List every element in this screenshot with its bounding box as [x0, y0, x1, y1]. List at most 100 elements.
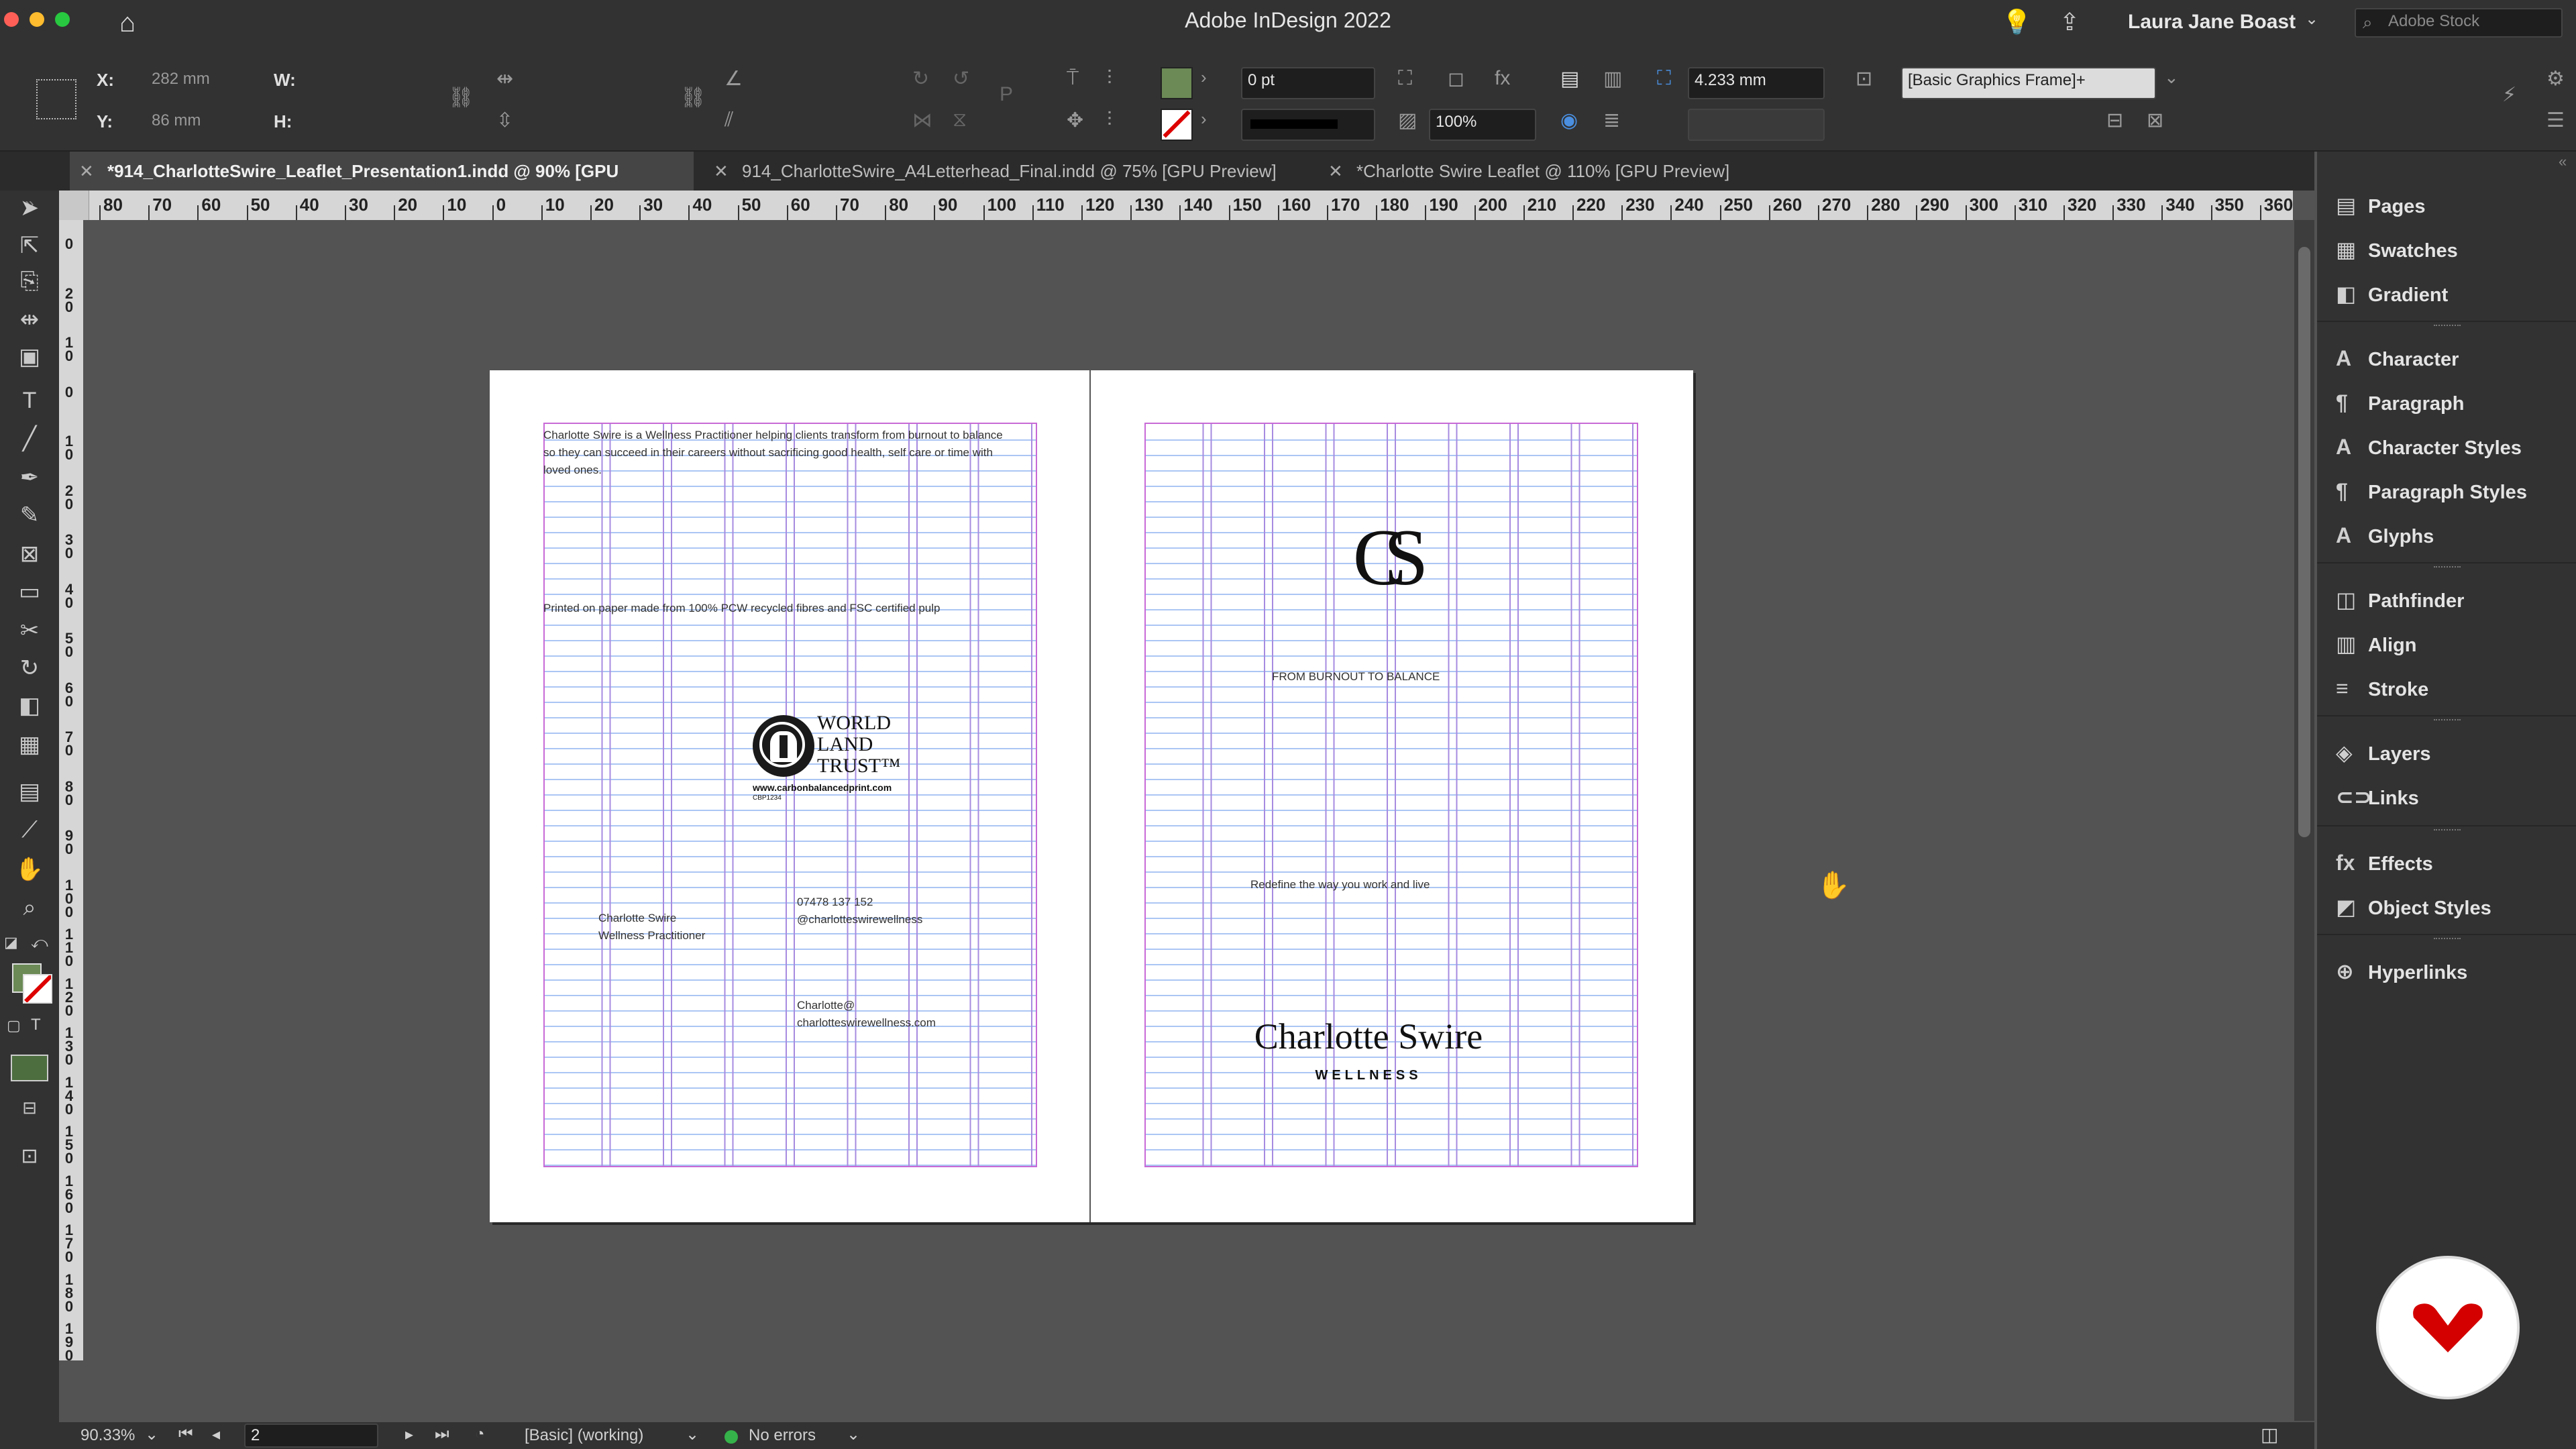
- cs-monogram-logo[interactable]: CS: [1339, 514, 1429, 601]
- close-tab-icon[interactable]: ✕: [79, 152, 94, 191]
- page-tool-icon[interactable]: ⎘: [9, 268, 50, 301]
- select-next-icon[interactable]: ⫶: [1107, 109, 1112, 131]
- select-container-icon[interactable]: ⍑: [1067, 67, 1079, 90]
- brand-wordmark[interactable]: Charlotte Swire: [1140, 1016, 1597, 1057]
- flip-vertical-icon[interactable]: ⧖: [953, 109, 967, 131]
- rotate-cw-icon[interactable]: ↻: [912, 67, 929, 91]
- panel-object-styles[interactable]: ◩ Object Styles: [2336, 887, 2491, 927]
- user-name[interactable]: Laura Jane Boast: [2128, 11, 2296, 34]
- rectangle-tool-icon[interactable]: ▭: [9, 578, 50, 610]
- panel-group-grip[interactable]: [2434, 566, 2461, 572]
- horizontal-ruler[interactable]: 80 70 60 50 40 30 20 10 0 10 20 30 40 50 60 70 80 90 100 11…: [59, 191, 2293, 220]
- panel-group-grip[interactable]: [2434, 325, 2461, 330]
- scale-y-icon[interactable]: ⇳: [496, 109, 513, 132]
- vertical-scrollbar[interactable]: [2294, 220, 2314, 1421]
- panel-menu-icon[interactable]: ☰: [2546, 109, 2565, 132]
- apply-color-icon[interactable]: [11, 1055, 48, 1081]
- panel-gradient[interactable]: ◧ Gradient: [2336, 274, 2448, 314]
- corner-options-icon[interactable]: ◻: [1448, 67, 1464, 91]
- close-tab-icon[interactable]: ✕: [714, 152, 729, 191]
- free-transform-tool-icon[interactable]: ↻: [9, 655, 50, 687]
- panel-hyperlinks[interactable]: ⊕ Hyperlinks: [2336, 951, 2467, 991]
- hand-tool-icon[interactable]: ✋: [9, 856, 50, 888]
- pencil-tool-icon[interactable]: ✎: [9, 502, 50, 534]
- world-land-trust-logo[interactable]: [753, 715, 814, 777]
- screen-mode-icon[interactable]: ⊟: [9, 1097, 50, 1130]
- swap-colors-icon[interactable]: ⤺: [31, 934, 48, 953]
- intro-text[interactable]: Charlotte Swire is a Wellness Practition…: [543, 427, 1013, 479]
- brand-subline[interactable]: WELLNESS: [1140, 1068, 1597, 1083]
- fill-arrow-icon[interactable]: ›: [1201, 67, 1207, 88]
- content-collector-icon[interactable]: ▣: [9, 343, 50, 376]
- object-style-icon[interactable]: ⊡: [1856, 67, 1872, 91]
- stroke-swatch-none[interactable]: [1161, 109, 1193, 141]
- prev-page-icon[interactable]: ◂: [212, 1425, 220, 1444]
- select-previous-icon[interactable]: ⫶: [1107, 67, 1112, 90]
- errors-dropdown-icon[interactable]: ⌄: [847, 1425, 860, 1444]
- profile-dropdown-icon[interactable]: ⌄: [686, 1425, 699, 1444]
- lightbulb-icon[interactable]: 💡: [2002, 8, 2032, 36]
- collapse-dock-icon[interactable]: «: [2559, 153, 2567, 170]
- tab-leaflet-presentation[interactable]: ✕ *914_CharlotteSwire_Leaflet_Presentatio…: [70, 152, 694, 220]
- vertical-scroll-thumb[interactable]: [2298, 247, 2310, 837]
- first-page-icon[interactable]: ⏮: [178, 1425, 193, 1444]
- opacity-field[interactable]: 100%: [1429, 109, 1536, 141]
- panel-group-grip[interactable]: [2434, 829, 2461, 835]
- zoom-tool-icon[interactable]: ⌕: [9, 895, 50, 927]
- direct-selection-tool-icon[interactable]: ⇱: [9, 232, 50, 264]
- chevron-down-icon[interactable]: ⌄: [2305, 9, 2318, 29]
- contact-email-block[interactable]: Charlotte@ charlotteswirewellness.com: [797, 997, 936, 1032]
- panel-align[interactable]: ▥ Align: [2336, 624, 2417, 664]
- panel-links[interactable]: ⊂⊃Links: [2336, 777, 2419, 817]
- select-content-icon[interactable]: ✥: [1067, 109, 1083, 132]
- object-style-dropdown-icon[interactable]: ⌄: [2164, 67, 2179, 88]
- domestika-badge[interactable]: [2379, 1258, 2517, 1397]
- panel-paragraph-styles[interactable]: ¶ Paragraph Styles: [2336, 471, 2527, 511]
- tab-charlotte-swire-leaflet[interactable]: ✕ *Charlotte Swire Leaflet @ 110% [GPU Pr…: [1319, 152, 1775, 191]
- panel-effects[interactable]: fx Effects: [2336, 843, 2433, 883]
- rectangle-frame-tool-icon[interactable]: ⊠: [9, 541, 50, 573]
- pen-tool-icon[interactable]: ✒: [9, 464, 50, 496]
- text-wrap-shape-icon[interactable]: ◉: [1560, 109, 1578, 132]
- contact-name-block[interactable]: Charlotte Swire Wellness Practitioner: [598, 910, 705, 945]
- stroke-color-box[interactable]: [23, 974, 52, 1004]
- text-wrap-none-icon[interactable]: ▤: [1560, 67, 1579, 91]
- panel-paragraph[interactable]: ¶ Paragraph: [2336, 382, 2464, 423]
- auto-fit-icon[interactable]: ⛶: [1657, 67, 1671, 90]
- clear-overrides-icon[interactable]: ⊟: [2106, 109, 2123, 132]
- formatting-container-icon[interactable]: ▢: [7, 1017, 21, 1034]
- panel-character[interactable]: A Character: [2336, 338, 2459, 378]
- quick-apply-icon[interactable]: ⚡: [2502, 83, 2516, 107]
- reference-point-icon[interactable]: [36, 79, 76, 119]
- tagline-text[interactable]: FROM BURNOUT TO BALANCE: [1272, 668, 1440, 686]
- object-style-select[interactable]: [Basic Graphics Frame]+: [1901, 67, 2156, 99]
- gap-field[interactable]: 4.233 mm: [1688, 67, 1825, 99]
- vertical-ruler[interactable]: 0 2 0 1 0 0 1 0 2 0 3 0 4 0 5 0 6 0 7 0 8 0 9 0 1 0 0…: [59, 220, 83, 1363]
- text-wrap-bbox-icon[interactable]: ▥: [1603, 67, 1622, 91]
- panel-stroke[interactable]: ≡ Stroke: [2336, 668, 2428, 708]
- fill-swatch[interactable]: [1161, 67, 1193, 99]
- panel-swatches[interactable]: ▦ Swatches: [2336, 229, 2458, 270]
- formatting-text-icon[interactable]: T: [31, 1016, 41, 1034]
- rotate-ccw-icon[interactable]: ↺: [953, 67, 969, 91]
- stroke-weight-field[interactable]: 0 pt: [1241, 67, 1375, 99]
- tab-a4-letterhead[interactable]: ✕ 914_CharlotteSwire_A4Letterhead_Final.i…: [704, 152, 1308, 191]
- selection-tool-icon[interactable]: ➤: [9, 195, 50, 227]
- style-options-icon[interactable]: ⊠: [2147, 109, 2163, 132]
- panel-character-styles[interactable]: A Character Styles: [2336, 427, 2522, 467]
- text-frame-p-icon[interactable]: P: [1000, 83, 1013, 106]
- panel-pathfinder[interactable]: ◫ Pathfinder: [2336, 580, 2464, 620]
- frame-fitting-icon[interactable]: ⛶: [1398, 67, 1412, 90]
- rotation-icon[interactable]: ∠: [724, 67, 743, 91]
- eyedropper-tool-icon[interactable]: ⟋: [9, 817, 50, 849]
- default-colors-icon[interactable]: ◪: [4, 934, 18, 951]
- scale-x-icon[interactable]: ⇹: [496, 67, 513, 91]
- contact-phone-block[interactable]: 07478 137 152 @charlotteswirewellness: [797, 894, 922, 928]
- color-theme-tool-icon[interactable]: ▦: [9, 731, 50, 763]
- split-window-icon[interactable]: ◫: [2261, 1424, 2278, 1446]
- x-field[interactable]: 282 mm: [152, 70, 210, 89]
- open-page-icon[interactable]: ◔: [475, 1425, 485, 1444]
- opacity-icon[interactable]: ▨: [1398, 109, 1417, 132]
- line-tool-icon[interactable]: ╱: [9, 425, 50, 458]
- gap-tool-icon[interactable]: ⇹: [9, 306, 50, 338]
